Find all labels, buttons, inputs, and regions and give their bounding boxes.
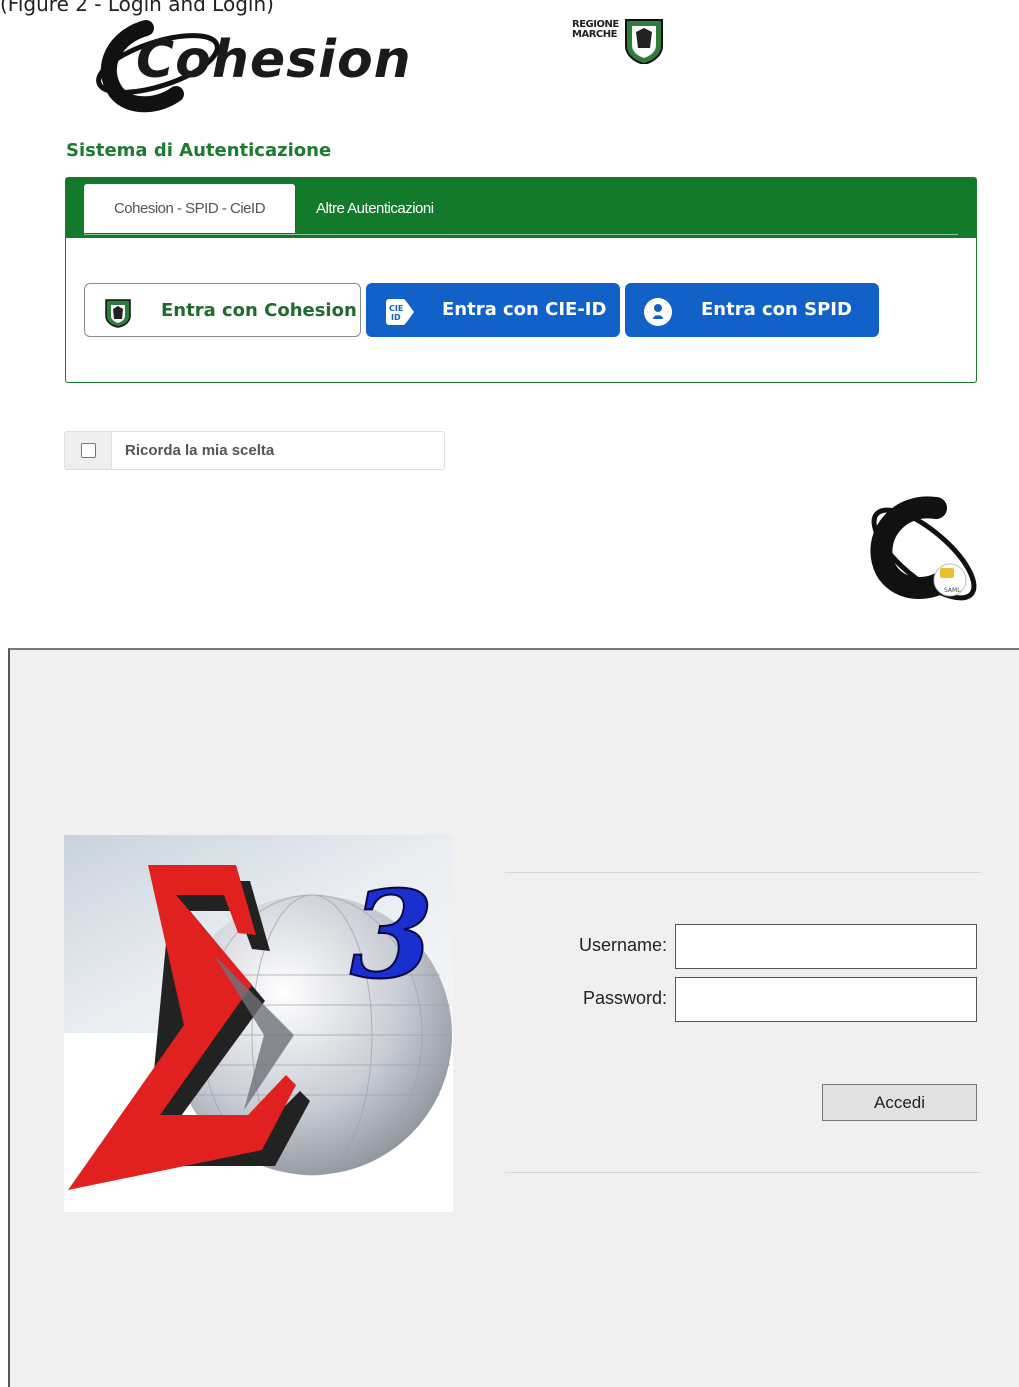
sigma3-logo-icon: 3 [64, 835, 453, 1212]
tab-cohesion-spid-cieid[interactable]: Cohesion - SPID - CieID [84, 184, 295, 233]
cohesion-logo-icon: Cohesion [88, 8, 428, 118]
tab-bar: Cohesion - SPID - CieID Altre Autenticaz… [66, 178, 976, 238]
regione-marche-logo-icon: REGIONE MARCHE [572, 18, 664, 66]
entra-con-spid-label: Entra con SPID [701, 299, 852, 320]
shield-icon [103, 296, 133, 328]
username-field[interactable] [675, 924, 977, 969]
password-field[interactable] [675, 977, 977, 1022]
username-label: Username: [578, 935, 667, 955]
auth-panel: Cohesion - SPID - CieID Altre Autenticaz… [65, 177, 977, 383]
svg-text:SAML: SAML [944, 587, 961, 594]
form-divider-top [505, 872, 981, 873]
entra-con-cohesion-label: Entra con Cohesion [161, 300, 357, 321]
tab-underline [84, 234, 958, 235]
checkbox-icon[interactable] [81, 443, 96, 458]
remember-label: Ricorda la mia scelta [125, 442, 275, 459]
checkbox-cell [65, 432, 112, 469]
spid-user-icon [643, 295, 673, 326]
tab-altre-autenticazioni[interactable]: Altre Autenticazioni [316, 184, 434, 233]
svg-text:CIE: CIE [389, 304, 403, 313]
cohesion-brand: Cohesion [136, 30, 412, 90]
entra-con-cie-id-button[interactable]: CIE ID Entra con CIE-ID [366, 283, 620, 337]
auth-title: Sistema di Autenticazione [66, 140, 332, 161]
entra-con-cohesion-button[interactable]: Entra con Cohesion [84, 283, 361, 337]
accedi-button[interactable]: Accedi [822, 1084, 977, 1121]
entra-con-cie-id-label: Entra con CIE-ID [442, 299, 607, 320]
cie-id-icon: CIE ID [384, 295, 414, 325]
regione-logo-line-2: MARCHE [572, 29, 617, 40]
form-divider-bottom [505, 1172, 981, 1173]
cohesion-saml-icon: SAML [858, 488, 986, 612]
password-label: Password: [582, 988, 667, 1008]
svg-text:3: 3 [350, 865, 434, 1006]
entra-con-spid-button[interactable]: Entra con SPID [625, 283, 879, 337]
remember-choice[interactable]: Ricorda la mia scelta [64, 431, 445, 470]
svg-text:ID: ID [391, 313, 401, 322]
